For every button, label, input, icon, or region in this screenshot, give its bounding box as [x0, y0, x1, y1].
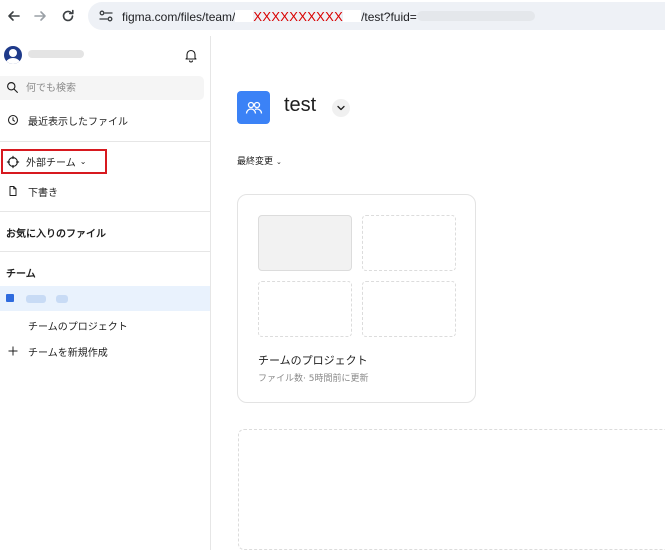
chevron-down-icon	[337, 105, 345, 111]
clock-icon	[6, 113, 20, 127]
empty-thumbnail	[362, 281, 456, 337]
forward-button[interactable]	[30, 6, 50, 26]
crosshair-icon	[6, 155, 20, 169]
chevron-down-icon: ⌄	[79, 157, 87, 166]
team-avatar	[237, 91, 270, 124]
site-settings-icon[interactable]	[98, 8, 114, 24]
sidebar-item-label: チームのプロジェクト	[28, 321, 128, 333]
arrow-left-icon	[8, 11, 20, 21]
sidebar-item-label: 最近表示したファイル	[28, 116, 128, 128]
address-bar[interactable]: figma.com/files/team/XXXXXXXXXX/test?fui…	[88, 2, 665, 30]
url-suffix: /test?fuid=	[361, 10, 417, 24]
chevron-down-icon: ⌄	[276, 158, 282, 166]
empty-thumbnail	[362, 215, 456, 271]
sort-dropdown[interactable]: 最終変更 ⌄	[237, 154, 282, 167]
empty-thumbnail	[258, 281, 352, 337]
url-redaction	[235, 10, 254, 22]
user-avatar[interactable]	[4, 46, 22, 64]
team-name-blurred	[56, 295, 68, 303]
project-meta: ファイル数· 5時間前に更新	[258, 374, 369, 384]
sidebar: 最近表示したファイル 外部チーム ⌄ 下書き お気に入りのファイル チーム チー…	[0, 36, 211, 550]
bell-icon[interactable]	[183, 47, 199, 63]
user-name-blurred[interactable]	[28, 50, 84, 58]
teams-title: チーム	[6, 269, 36, 280]
plus-icon	[6, 344, 20, 358]
url-redaction	[343, 10, 362, 22]
divider	[0, 211, 210, 212]
main-content: test 最終変更 ⌄ チームのプロジェクト ファイル数· 5時間前に更新	[211, 36, 665, 550]
divider	[0, 251, 210, 252]
search-icon	[7, 82, 18, 93]
users-icon	[245, 101, 262, 114]
project-card[interactable]: チームのプロジェクト ファイル数· 5時間前に更新	[237, 194, 476, 403]
page-title: test	[284, 94, 317, 116]
arrow-right-icon	[34, 11, 46, 21]
sidebar-item-label: チームを新規作成	[28, 347, 108, 359]
url-prefix: figma.com/files/team/	[122, 10, 236, 24]
placeholder-card	[238, 429, 665, 550]
search-box[interactable]	[0, 76, 204, 100]
browser-toolbar: figma.com/files/team/XXXXXXXXXX/test?fui…	[0, 0, 665, 34]
url-masked-id: XXXXXXXXXX	[253, 9, 344, 24]
project-title: チームのプロジェクト	[258, 354, 368, 367]
search-input[interactable]	[26, 79, 196, 97]
sidebar-item-drafts[interactable]: 下書き	[0, 180, 210, 202]
divider	[0, 141, 210, 142]
file-icon	[6, 184, 20, 198]
sidebar-item-label: 下書き	[28, 187, 58, 199]
reload-icon	[62, 9, 74, 22]
team-color-square	[6, 294, 14, 302]
url-blurred-part	[416, 11, 535, 21]
back-button[interactable]	[4, 6, 24, 26]
reload-button[interactable]	[58, 6, 78, 26]
team-menu-button[interactable]	[332, 99, 350, 117]
external-team-selector[interactable]: 外部チーム ⌄	[1, 149, 107, 174]
file-thumbnail	[258, 215, 352, 271]
sidebar-item-team[interactable]	[0, 286, 210, 311]
sidebar-item-new-team[interactable]: チームを新規作成	[0, 340, 210, 362]
sidebar-item-recent[interactable]: 最近表示したファイル	[0, 109, 210, 131]
sort-label: 最終変更	[237, 157, 274, 167]
external-team-label: 外部チーム	[26, 158, 76, 169]
favorites-title: お気に入りのファイル	[6, 229, 106, 240]
sidebar-item-team-project[interactable]: チームのプロジェクト	[0, 314, 210, 336]
url-text: figma.com/files/team/XXXXXXXXXX/test?fui…	[122, 9, 535, 24]
team-name-blurred	[26, 295, 46, 303]
